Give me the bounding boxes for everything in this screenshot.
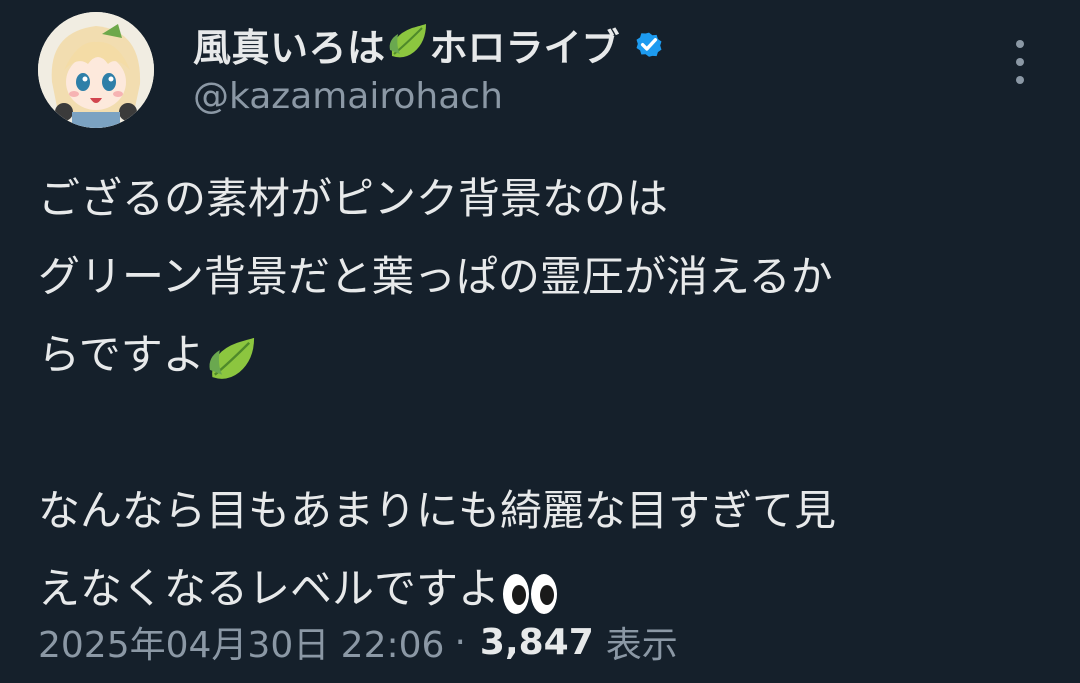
tweet-meta: 2025年04月30日 22:06 · 3,847 表示 — [38, 612, 678, 672]
view-count-label: 表示 — [605, 625, 678, 666]
tweet-line-text: らですよ — [38, 330, 205, 379]
tweet-text: ござるの素材がピンク背景なのは グリーン背景だと葉っぱの霊圧が消えるか らですよ… — [38, 160, 1048, 628]
avatar[interactable] — [38, 12, 154, 128]
tweet-line: ござるの素材がピンク背景なのは — [38, 174, 669, 223]
author-name-suffix[interactable]: ホロライブ — [430, 17, 620, 72]
leaf-icon — [205, 319, 259, 397]
more-dot — [1016, 40, 1024, 48]
more-dot — [1016, 58, 1024, 66]
tweet-timestamp[interactable]: 2025年04月30日 22:06 — [38, 616, 444, 668]
tweet-line-text: えなくなるレベルですよ — [38, 564, 501, 613]
verified-badge-icon — [632, 27, 666, 61]
more-dot — [1016, 76, 1024, 84]
tweet-line: なんなら目もあまりにも綺麗な目すぎて見 — [38, 486, 837, 535]
view-count: 3,847 — [479, 621, 594, 663]
author-handle[interactable]: @kazamairohach — [193, 76, 503, 117]
leaf-icon — [386, 20, 430, 68]
tweet-line: グリーン背景だと葉っぱの霊圧が消えるか — [38, 252, 833, 301]
tweet-line: らですよ — [38, 316, 1048, 394]
more-options-icon[interactable] — [1006, 40, 1034, 84]
author-display-name[interactable]: 風真いろは — [193, 17, 386, 72]
author-name-row[interactable]: 風真いろは ホロライブ — [193, 18, 666, 70]
meta-separator: · — [454, 621, 466, 663]
